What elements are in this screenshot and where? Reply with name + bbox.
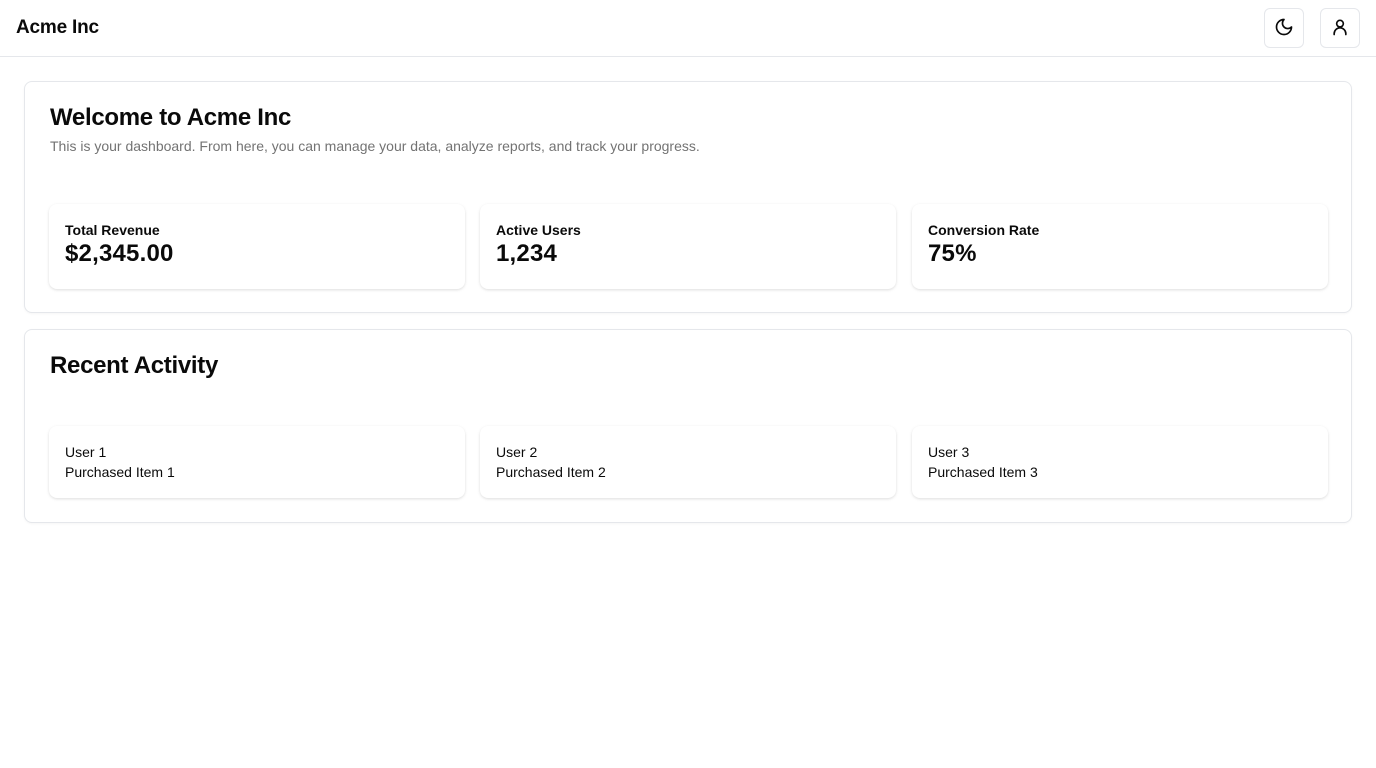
activity-user: User 3	[928, 444, 970, 460]
stat-value: $2,345.00	[65, 240, 174, 267]
activity-user: User 2	[496, 444, 538, 460]
theme-toggle-button[interactable]	[1264, 8, 1304, 48]
activity-action: Purchased Item 3	[928, 464, 1038, 480]
stat-label: Total Revenue	[65, 222, 160, 238]
stat-label: Active Users	[496, 222, 581, 238]
recent-activity-card: Recent Activity User 1 Purchased Item 1 …	[24, 329, 1352, 523]
stat-value: 75%	[928, 240, 977, 267]
top-bar: Acme Inc	[0, 0, 1376, 57]
welcome-title: Welcome to Acme Inc	[50, 104, 292, 131]
activity-action: Purchased Item 1	[65, 464, 175, 480]
user-icon	[1330, 17, 1350, 40]
top-actions	[1264, 8, 1360, 48]
stat-value: 1,234	[496, 240, 558, 267]
activity-item: User 2 Purchased Item 2	[480, 426, 896, 498]
stat-card-revenue: Total Revenue $2,345.00	[49, 204, 465, 289]
activity-item: User 1 Purchased Item 1	[49, 426, 465, 498]
recent-activity-title: Recent Activity	[50, 352, 219, 379]
brand-name[interactable]: Acme Inc	[16, 17, 99, 39]
welcome-subtitle: This is your dashboard. From here, you c…	[50, 138, 700, 154]
activity-item: User 3 Purchased Item 3	[912, 426, 1328, 498]
activity-action: Purchased Item 2	[496, 464, 606, 480]
stat-card-active-users: Active Users 1,234	[480, 204, 896, 289]
activity-user: User 1	[65, 444, 107, 460]
stat-label: Conversion Rate	[928, 222, 1040, 238]
stat-card-conversion-rate: Conversion Rate 75%	[912, 204, 1328, 289]
welcome-card: Welcome to Acme Inc This is your dashboa…	[24, 81, 1352, 313]
moon-icon	[1274, 17, 1294, 40]
user-menu-button[interactable]	[1320, 8, 1360, 48]
